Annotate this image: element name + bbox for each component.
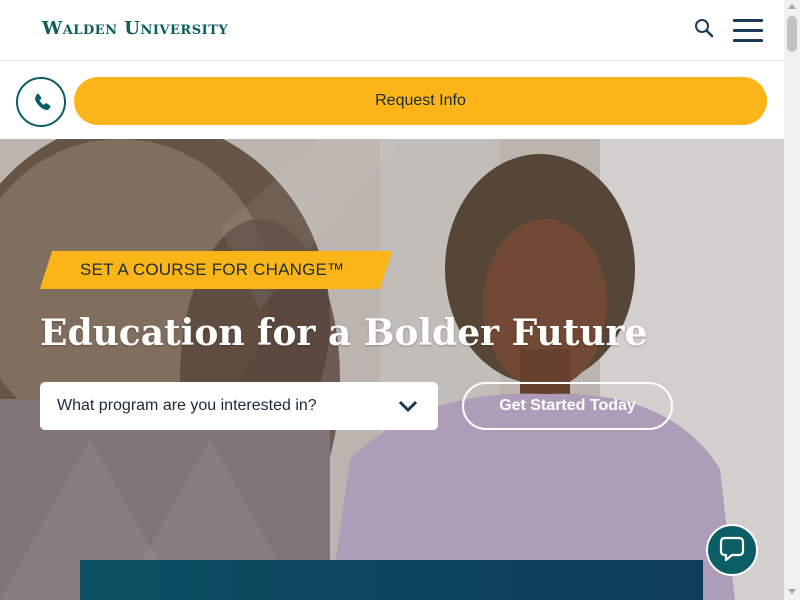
- chevron-down-icon: [398, 400, 418, 413]
- scroll-thumb[interactable]: [787, 16, 797, 52]
- program-select[interactable]: What program are you interested in?: [40, 382, 438, 430]
- scroll-down-arrow-icon[interactable]: [788, 589, 796, 594]
- site-header: Walden University: [0, 0, 784, 61]
- hero-photo: [0, 139, 784, 600]
- page: Walden University Request Info SET A COU…: [0, 0, 784, 600]
- search-button[interactable]: [692, 16, 716, 40]
- tagline-text: SET A COURSE FOR CHANGE™: [80, 260, 345, 279]
- hero-headline: Education for a Bolder Future: [40, 312, 648, 354]
- hamburger-line: [733, 39, 763, 42]
- get-started-button[interactable]: Get Started Today: [462, 382, 673, 430]
- menu-button[interactable]: [731, 18, 765, 44]
- chat-button[interactable]: [706, 524, 758, 576]
- hero-section: SET A COURSE FOR CHANGE™ Education for a…: [0, 139, 784, 600]
- program-select-placeholder: What program are you interested in?: [57, 397, 317, 414]
- tagline-banner: SET A COURSE FOR CHANGE™: [39, 251, 393, 289]
- content-panel: [80, 560, 703, 600]
- scroll-up-arrow-icon[interactable]: [788, 4, 796, 9]
- phone-button[interactable]: [16, 77, 66, 127]
- chat-bubble-icon: [719, 536, 745, 562]
- hamburger-line: [733, 29, 763, 32]
- phone-icon: [35, 93, 51, 110]
- request-info-button[interactable]: Request Info: [74, 77, 767, 125]
- walden-logo[interactable]: Walden University: [42, 18, 228, 39]
- hamburger-menu-icon: [733, 19, 763, 22]
- search-icon: [695, 19, 714, 38]
- request-info-bar: Request Info: [0, 62, 784, 139]
- scrollbar[interactable]: [784, 0, 800, 600]
